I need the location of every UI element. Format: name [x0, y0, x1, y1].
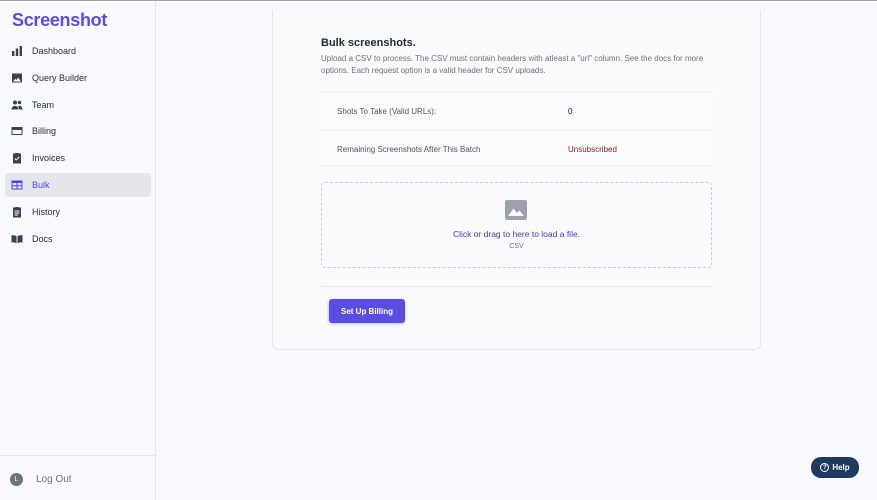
app-logo[interactable]: Screenshot [12, 10, 107, 31]
sidebar-item-label: History [32, 206, 61, 217]
sidebar-item-history[interactable]: History [5, 200, 151, 224]
help-button[interactable]: ? Help [811, 457, 859, 478]
sidebar-item-label: Query Builder [32, 72, 88, 83]
image-icon [11, 72, 23, 84]
sidebar-footer: L Log Out [0, 455, 155, 500]
image-upload-icon [505, 200, 527, 220]
help-label: Help [832, 463, 850, 472]
sidebar-item-invoices[interactable]: Invoices [5, 146, 151, 170]
sidebar-item-team[interactable]: Team [5, 93, 151, 117]
clipboard-list-icon [11, 206, 23, 218]
bulk-description: Upload a CSV to process. The CSV must co… [321, 54, 704, 75]
status-badge: Unsubscribed [568, 144, 617, 154]
stat-label: Shots To Take (Valid URLs): [337, 107, 437, 116]
sidebar-item-label: Bulk [32, 179, 50, 190]
divider [321, 286, 713, 287]
clipboard-check-icon [11, 152, 23, 164]
bulk-card: Bulk screenshots. Upload a CSV to proces… [272, 10, 761, 350]
bar-chart-icon [11, 45, 23, 57]
sidebar: Screenshot Dashboard Query Builder Team … [0, 1, 156, 500]
bulk-stats: Shots To Take (Valid URLs): 0 Remaining … [321, 92, 713, 166]
set-up-billing-button[interactable]: Set Up Billing [329, 299, 405, 323]
dropzone-text: Click or drag to here to load a file. [452, 229, 581, 239]
sidebar-item-bulk[interactable]: Bulk [5, 172, 151, 197]
sidebar-item-label: Billing [32, 126, 57, 137]
sidebar-nav: Dashboard Query Builder Team Billing Inv… [5, 39, 151, 253]
question-icon: ? [820, 463, 830, 472]
page-title: Bulk screenshots. [321, 37, 416, 49]
credit-card-icon [11, 125, 23, 137]
sidebar-item-label: Dashboard [32, 46, 77, 56]
csv-dropzone[interactable]: Click or drag to here to load a file. CS… [321, 182, 712, 268]
logout-button[interactable]: L Log Out [10, 473, 72, 486]
sidebar-item-query-builder[interactable]: Query Builder [5, 66, 151, 90]
avatar: L [10, 473, 23, 486]
sidebar-item-docs[interactable]: Docs [5, 227, 151, 251]
users-icon [11, 99, 23, 111]
sidebar-item-billing[interactable]: Billing [5, 119, 151, 143]
dropzone-filetype: CSV [509, 243, 524, 250]
table-icon [11, 179, 23, 191]
sidebar-item-dashboard[interactable]: Dashboard [5, 39, 151, 63]
stat-label: Remaining Screenshots After This Batch [337, 144, 481, 154]
stat-row-shots: Shots To Take (Valid URLs): 0 [321, 93, 713, 130]
logout-label: Log Out [36, 474, 72, 485]
sidebar-item-label: Docs [32, 233, 53, 244]
book-icon [11, 233, 23, 245]
stat-row-remaining: Remaining Screenshots After This Batch U… [321, 130, 713, 167]
sidebar-item-label: Invoices [32, 153, 66, 164]
stat-value: 0 [568, 107, 573, 116]
sidebar-item-label: Team [32, 99, 55, 110]
